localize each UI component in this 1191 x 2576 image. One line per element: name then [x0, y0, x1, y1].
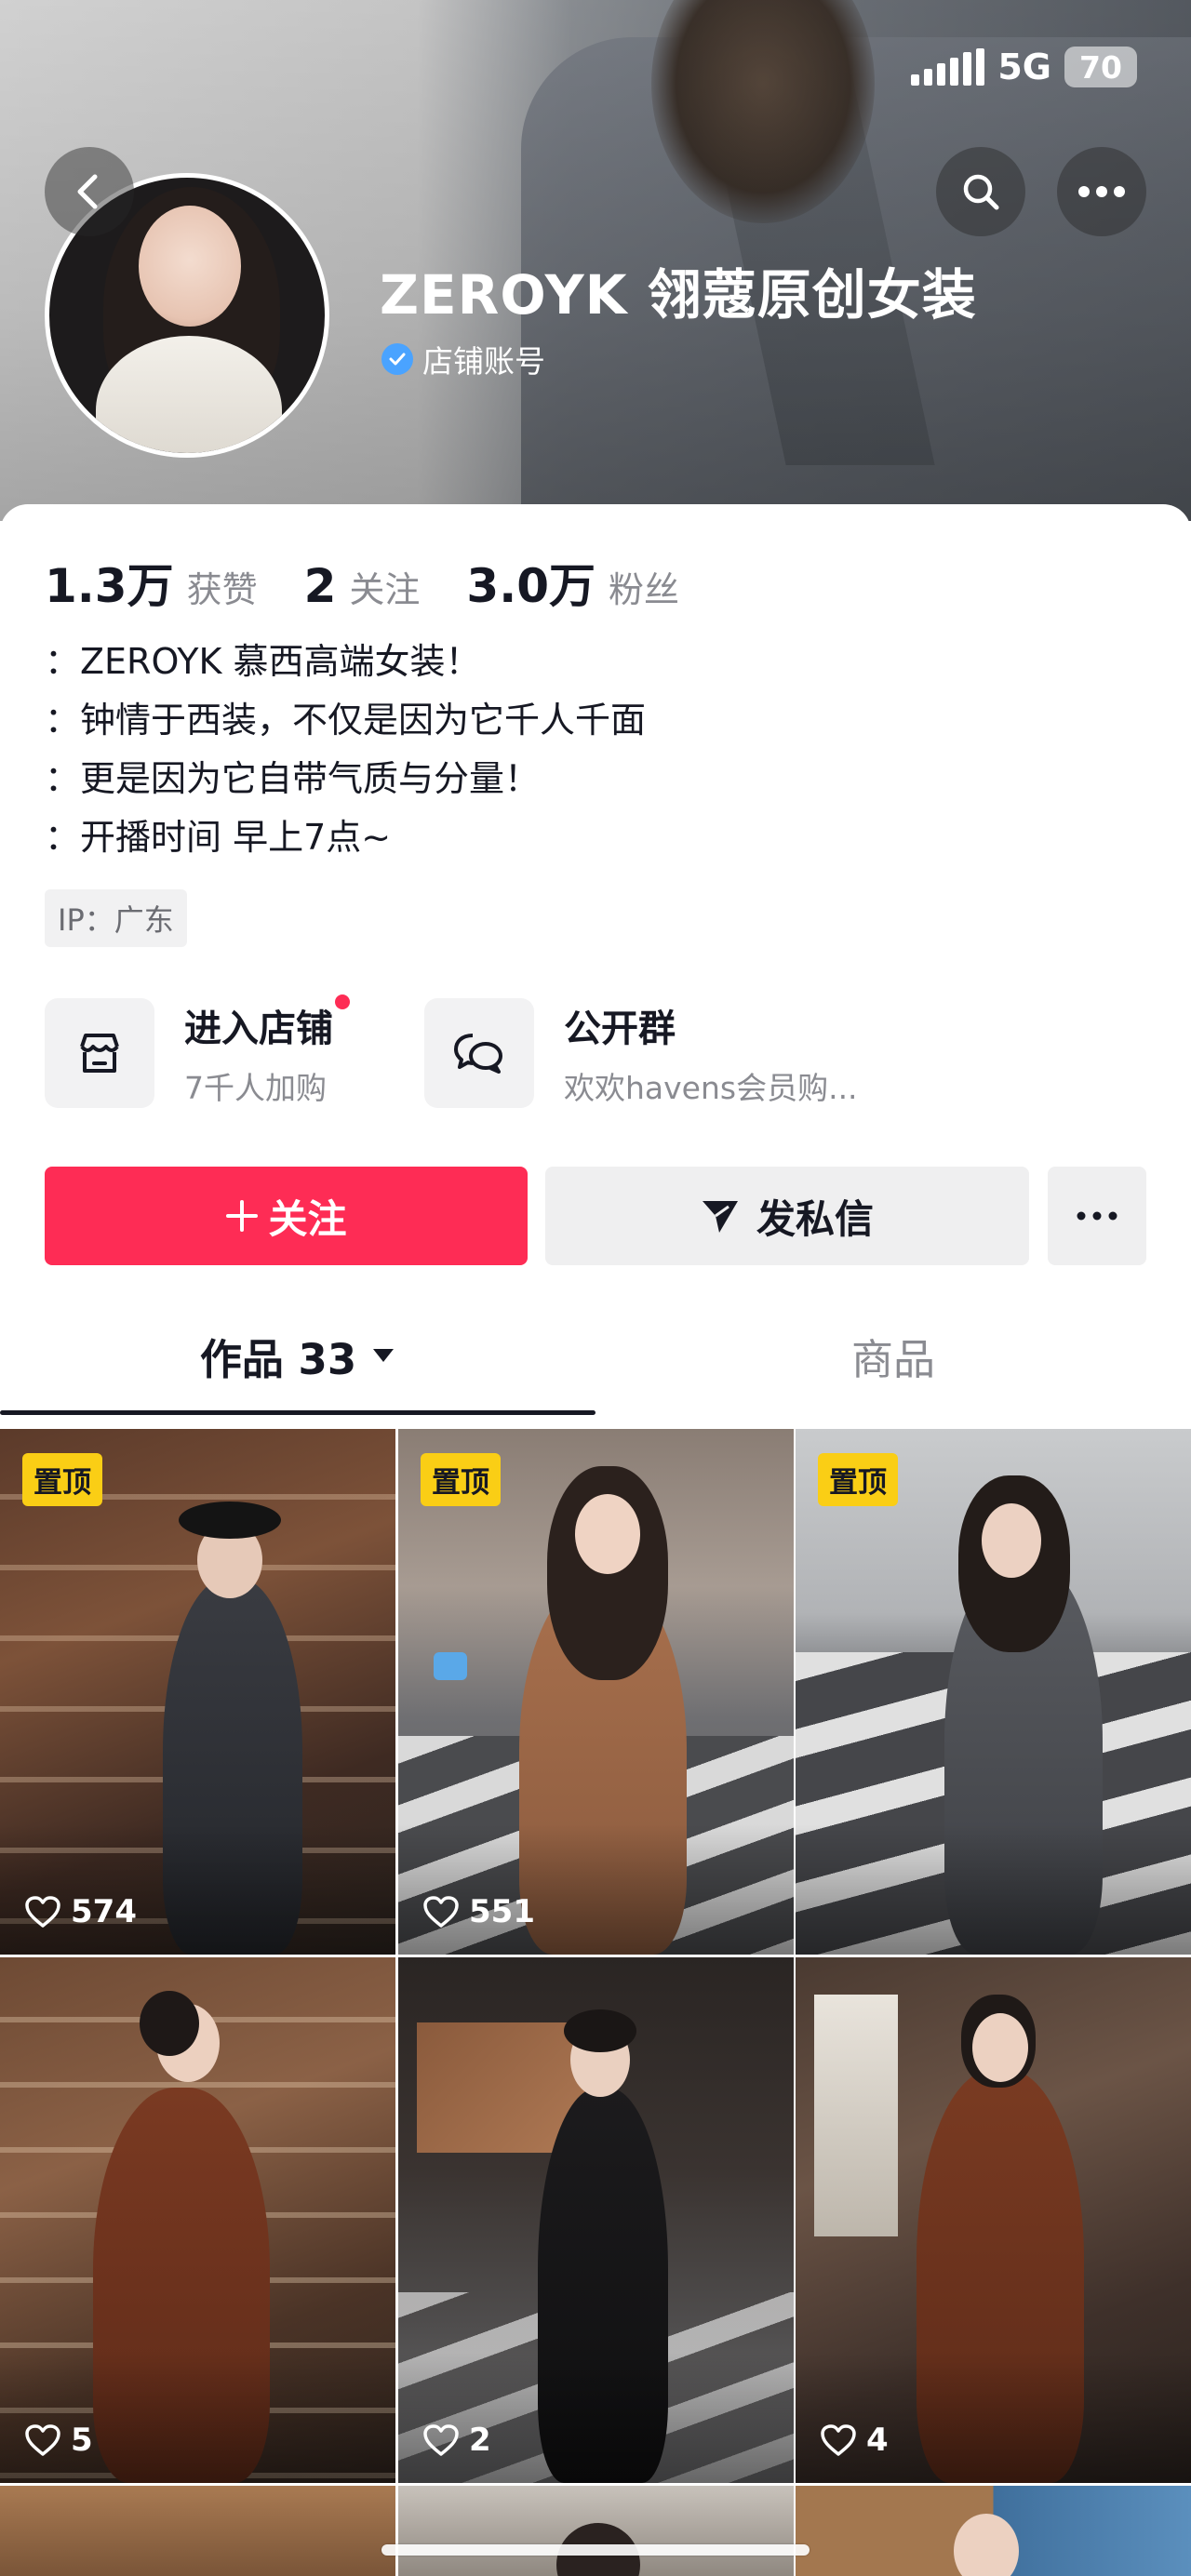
group-entry[interactable]: 公开群 欢欢havens会员购... [424, 997, 858, 1109]
followers-count: 3.0万 [466, 559, 596, 613]
tab-works[interactable]: 作品 33 [0, 1295, 596, 1416]
like-count-value: 551 [469, 1893, 535, 1930]
message-button[interactable]: 发私信 [545, 1167, 1029, 1265]
heart-icon [25, 1896, 60, 1928]
bio-line: ：ZEROYK 慕西高端女装！ [45, 641, 481, 682]
like-count-value: 5 [71, 2422, 93, 2459]
back-button[interactable] [45, 147, 134, 236]
video-tile[interactable]: 2 [398, 1957, 794, 2483]
message-button-label: 发私信 [756, 1195, 874, 1242]
send-icon [702, 1201, 738, 1233]
likes-label[interactable]: 获赞 [187, 561, 258, 612]
plus-icon [226, 1200, 259, 1232]
shop-entry-title: 进入店铺 [184, 1008, 333, 1050]
signal-icon [911, 48, 985, 86]
like-count: 574 [24, 1893, 137, 1930]
pinned-badge: 置顶 [22, 1453, 102, 1506]
bio-line: ：更是因为它自带气质与分量！ [45, 758, 541, 799]
video-tile[interactable] [796, 2486, 1191, 2576]
account-type: 店铺账号 [381, 337, 545, 381]
like-count-value: 4 [866, 2422, 889, 2459]
verified-badge-icon [381, 343, 413, 375]
caret-down-icon [373, 1349, 395, 1362]
search-icon [963, 174, 999, 210]
heart-icon [821, 2424, 856, 2456]
group-entry-title: 公开群 [564, 1008, 676, 1050]
video-tile[interactable]: 5 [0, 1957, 395, 2483]
bio-line: ：开播时间 早上7点~ [45, 817, 392, 858]
battery-level: 70 [1079, 48, 1122, 86]
battery-icon: 70 [1064, 47, 1137, 87]
more-dots-icon [1078, 186, 1125, 197]
home-indicator[interactable] [381, 2544, 810, 2556]
heart-icon [423, 2424, 459, 2456]
like-count-value: 2 [469, 2422, 491, 2459]
content-tabs: 作品 33 商品 [0, 1295, 1191, 1416]
likes-count: 1.3万 [45, 559, 174, 613]
store-icon [45, 998, 154, 1108]
active-tab-indicator [0, 1410, 596, 1415]
verified-label: 店铺账号 [422, 343, 545, 380]
group-chat-icon [424, 998, 534, 1108]
heart-icon [423, 1896, 459, 1928]
profile-bio: ：ZEROYK 慕西高端女装！ ：钟情于西装，不仅是因为它千人千面 ：更是因为它… [45, 633, 646, 867]
like-count: 4 [820, 2422, 889, 2459]
network-label: 5G [997, 47, 1051, 87]
like-count: 551 [422, 1893, 535, 1930]
follow-button-label: 关注 [268, 1195, 347, 1242]
shop-entry-subtitle: 7千人加购 [184, 1070, 327, 1106]
video-tile[interactable]: 置顶 551 [398, 1429, 794, 1955]
heart-icon [25, 2424, 60, 2456]
group-entry-subtitle: 欢欢havens会员购... [564, 1070, 858, 1106]
like-count: 5 [24, 2422, 93, 2459]
shop-entry[interactable]: 进入店铺 7千人加购 [45, 994, 350, 1109]
more-actions-button[interactable] [1048, 1167, 1146, 1265]
video-grid: 置顶 574 置顶 551 置顶 5 2 4 [0, 1429, 1191, 2576]
following-label[interactable]: 关注 [349, 561, 420, 612]
more-options-button[interactable] [1057, 147, 1146, 236]
profile-stats: 1.3万 获赞 2 关注 3.0万 粉丝 [45, 549, 726, 616]
video-tile[interactable]: 置顶 [796, 1429, 1191, 1955]
chevron-left-icon [77, 174, 98, 209]
video-tile[interactable] [398, 2486, 794, 2576]
ip-location-tag: IP：广东 [45, 889, 187, 947]
like-count: 2 [422, 2422, 491, 2459]
more-dots-icon [1077, 1211, 1117, 1221]
video-tile[interactable]: 4 [796, 1957, 1191, 2483]
video-tile[interactable] [0, 2486, 395, 2576]
followers-label[interactable]: 粉丝 [609, 561, 679, 612]
follow-button[interactable]: 关注 [45, 1167, 528, 1265]
notification-dot [335, 994, 350, 1009]
following-count: 2 [303, 559, 337, 613]
status-bar: 5G 70 [911, 47, 1137, 87]
bio-line: ：钟情于西装，不仅是因为它千人千面 [45, 700, 647, 741]
pinned-badge: 置顶 [421, 1453, 501, 1506]
tab-products[interactable]: 商品 [596, 1295, 1191, 1416]
like-count-value: 574 [71, 1893, 137, 1930]
tab-works-label: 作品 33 [199, 1334, 357, 1384]
pinned-badge: 置顶 [818, 1453, 898, 1506]
tab-products-label: 商品 [850, 1334, 935, 1384]
profile-name: ZEROYK 翎蔻原创女装 [380, 263, 977, 327]
video-tile[interactable]: 置顶 574 [0, 1429, 395, 1955]
search-button[interactable] [936, 147, 1025, 236]
